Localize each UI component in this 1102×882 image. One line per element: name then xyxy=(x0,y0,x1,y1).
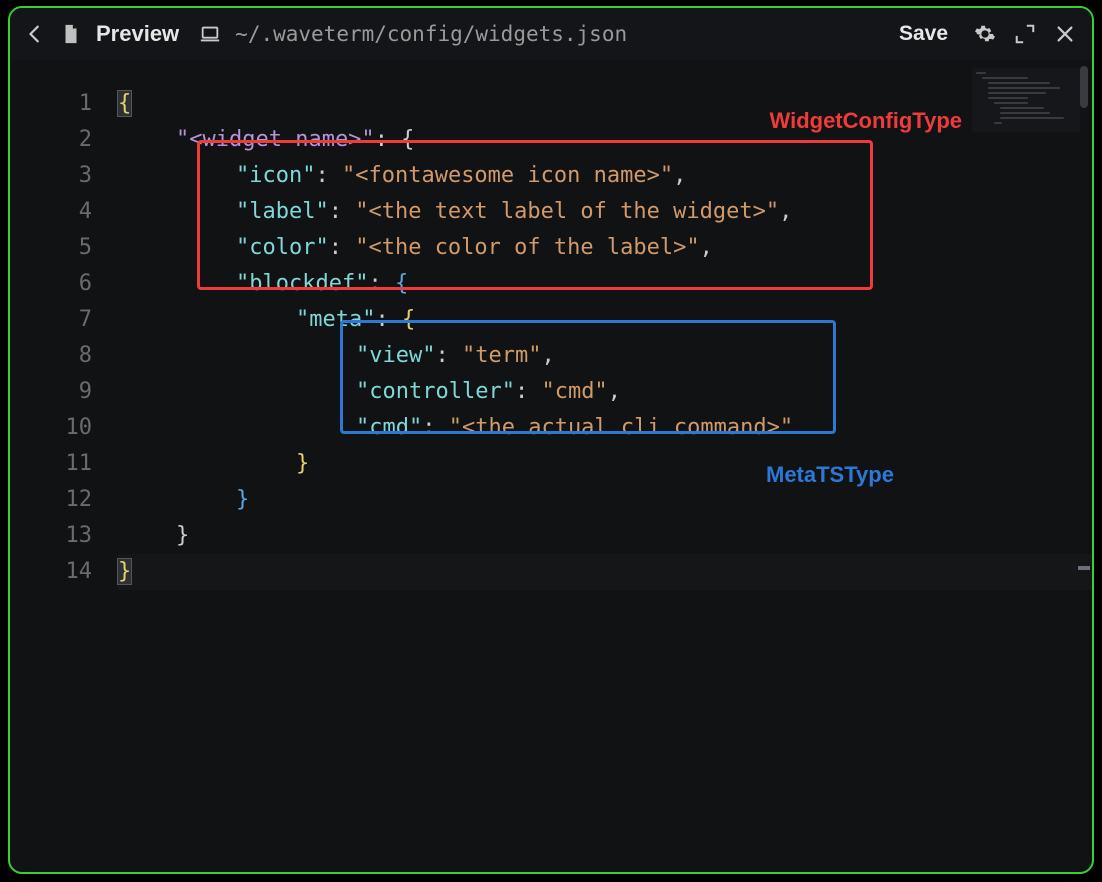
line-number: 14 xyxy=(66,554,119,590)
line-number: 7 xyxy=(79,302,118,338)
code-line[interactable]: "meta": { xyxy=(118,302,1092,338)
line-number: 4 xyxy=(79,194,118,230)
editor-window: Preview ~/.waveterm/config/widgets.json … xyxy=(8,6,1094,874)
code-line[interactable]: "blockdef": { xyxy=(118,266,1092,302)
annotation-label-widgetconfigtype: WidgetConfigType xyxy=(770,108,962,134)
line-number: 3 xyxy=(79,158,118,194)
code-line[interactable]: "cmd": "<the actual cli command>" xyxy=(118,410,1092,446)
code-line[interactable]: "controller": "cmd", xyxy=(118,374,1092,410)
code-line[interactable]: "icon": "<fontawesome icon name>", xyxy=(118,158,1092,194)
line-number: 13 xyxy=(66,518,119,554)
minimap[interactable] xyxy=(972,68,1080,132)
line-number: 6 xyxy=(79,266,118,302)
header-bar: Preview ~/.waveterm/config/widgets.json … xyxy=(10,8,1092,60)
file-icon xyxy=(60,23,82,45)
close-icon[interactable] xyxy=(1052,21,1078,47)
annotation-label-metatstype: MetaTSType xyxy=(766,462,894,488)
code-line[interactable]: } xyxy=(118,482,1092,518)
back-icon[interactable] xyxy=(24,23,46,45)
vertical-scrollbar[interactable] xyxy=(1080,60,1090,872)
expand-icon[interactable] xyxy=(1012,21,1038,47)
line-number-gutter: 1 2 3 4 5 6 7 8 9 10 11 12 13 14 xyxy=(10,60,118,872)
line-number: 10 xyxy=(66,410,119,446)
line-number: 11 xyxy=(66,446,119,482)
code-line[interactable]: } xyxy=(118,554,1092,590)
line-number: 8 xyxy=(79,338,118,374)
laptop-icon xyxy=(199,23,221,45)
gear-icon[interactable] xyxy=(972,21,998,47)
line-number: 1 xyxy=(79,86,118,122)
file-path[interactable]: ~/.waveterm/config/widgets.json xyxy=(235,22,627,46)
line-number: 2 xyxy=(79,122,118,158)
tab-title[interactable]: Preview xyxy=(96,21,179,47)
line-number: 9 xyxy=(79,374,118,410)
editor-body: 1 2 3 4 5 6 7 8 9 10 11 12 13 14 WidgetC… xyxy=(10,60,1092,872)
line-number: 12 xyxy=(66,482,119,518)
code-line[interactable]: "label": "<the text label of the widget>… xyxy=(118,194,1092,230)
save-button[interactable]: Save xyxy=(889,18,958,50)
code-line[interactable]: "color": "<the color of the label>", xyxy=(118,230,1092,266)
code-line[interactable]: } xyxy=(118,446,1092,482)
code-editor[interactable]: WidgetConfigType MetaTSType { "<widget n… xyxy=(118,60,1092,872)
line-number: 5 xyxy=(79,230,118,266)
code-line[interactable]: } xyxy=(118,518,1092,554)
code-line[interactable]: "view": "term", xyxy=(118,338,1092,374)
